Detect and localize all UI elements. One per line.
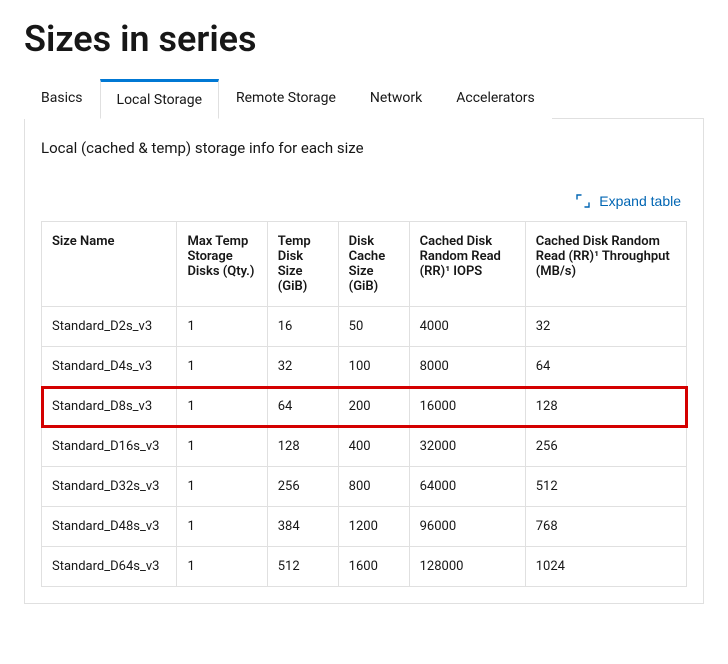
table-row: Standard_D2s_v311650400032 (42, 307, 687, 347)
cell-value: 1 (177, 467, 267, 507)
cell-value: 1 (177, 547, 267, 587)
cell-value: 64000 (409, 467, 525, 507)
cell-value: 1200 (338, 507, 409, 547)
tab-remote-storage[interactable]: Remote Storage (219, 79, 353, 119)
tab-local-storage[interactable]: Local Storage (100, 79, 219, 119)
cell-value: 8000 (409, 347, 525, 387)
cell-value: 16000 (409, 387, 525, 427)
cell-value: 4000 (409, 307, 525, 347)
cell-size-name: Standard_D8s_v3 (42, 387, 177, 427)
sizes-table: Size NameMax Temp Storage Disks (Qty.)Te… (41, 221, 687, 587)
cell-value: 64 (525, 347, 686, 387)
table-row: Standard_D16s_v3112840032000256 (42, 427, 687, 467)
cell-value: 128 (267, 427, 338, 467)
cell-value: 256 (267, 467, 338, 507)
cell-value: 256 (525, 427, 686, 467)
table-toolbar: Expand table (41, 189, 687, 213)
cell-size-name: Standard_D64s_v3 (42, 547, 177, 587)
table-row: Standard_D4s_v3132100800064 (42, 347, 687, 387)
expand-table-button[interactable]: Expand table (569, 189, 687, 213)
tab-basics[interactable]: Basics (24, 79, 100, 119)
cell-value: 100 (338, 347, 409, 387)
cell-value: 64 (267, 387, 338, 427)
tab-network[interactable]: Network (353, 79, 439, 119)
cell-value: 1 (177, 387, 267, 427)
cell-size-name: Standard_D48s_v3 (42, 507, 177, 547)
tab-accelerators[interactable]: Accelerators (439, 79, 552, 119)
cell-value: 512 (267, 547, 338, 587)
expand-table-label: Expand table (599, 193, 681, 209)
expand-icon (575, 193, 591, 209)
cell-value: 1600 (338, 547, 409, 587)
panel-description: Local (cached & temp) storage info for e… (41, 139, 687, 157)
cell-value: 96000 (409, 507, 525, 547)
cell-value: 768 (525, 507, 686, 547)
col-header-5: Cached Disk Random Read (RR)¹ Throughput… (525, 222, 686, 307)
tabs-bar: BasicsLocal StorageRemote StorageNetwork… (24, 78, 704, 119)
table-row: Standard_D8s_v316420016000128 (42, 387, 687, 427)
cell-value: 16 (267, 307, 338, 347)
cell-value: 384 (267, 507, 338, 547)
cell-value: 400 (338, 427, 409, 467)
col-header-4: Cached Disk Random Read (RR)¹ IOPS (409, 222, 525, 307)
cell-size-name: Standard_D2s_v3 (42, 307, 177, 347)
cell-value: 32000 (409, 427, 525, 467)
cell-value: 128000 (409, 547, 525, 587)
table-header-row: Size NameMax Temp Storage Disks (Qty.)Te… (42, 222, 687, 307)
cell-value: 32 (267, 347, 338, 387)
cell-value: 1 (177, 307, 267, 347)
cell-value: 50 (338, 307, 409, 347)
table-row: Standard_D64s_v3151216001280001024 (42, 547, 687, 587)
cell-value: 1 (177, 507, 267, 547)
cell-value: 1 (177, 347, 267, 387)
cell-value: 32 (525, 307, 686, 347)
cell-value: 1 (177, 427, 267, 467)
table-row: Standard_D48s_v31384120096000768 (42, 507, 687, 547)
col-header-2: Temp Disk Size (GiB) (267, 222, 338, 307)
cell-value: 128 (525, 387, 686, 427)
cell-value: 1024 (525, 547, 686, 587)
page-title: Sizes in series (24, 18, 704, 60)
col-header-3: Disk Cache Size (GiB) (338, 222, 409, 307)
cell-size-name: Standard_D16s_v3 (42, 427, 177, 467)
cell-value: 512 (525, 467, 686, 507)
col-header-0: Size Name (42, 222, 177, 307)
cell-value: 800 (338, 467, 409, 507)
cell-size-name: Standard_D4s_v3 (42, 347, 177, 387)
table-row: Standard_D32s_v3125680064000512 (42, 467, 687, 507)
tab-panel-local-storage: Local (cached & temp) storage info for e… (24, 119, 704, 604)
col-header-1: Max Temp Storage Disks (Qty.) (177, 222, 267, 307)
cell-size-name: Standard_D32s_v3 (42, 467, 177, 507)
cell-value: 200 (338, 387, 409, 427)
